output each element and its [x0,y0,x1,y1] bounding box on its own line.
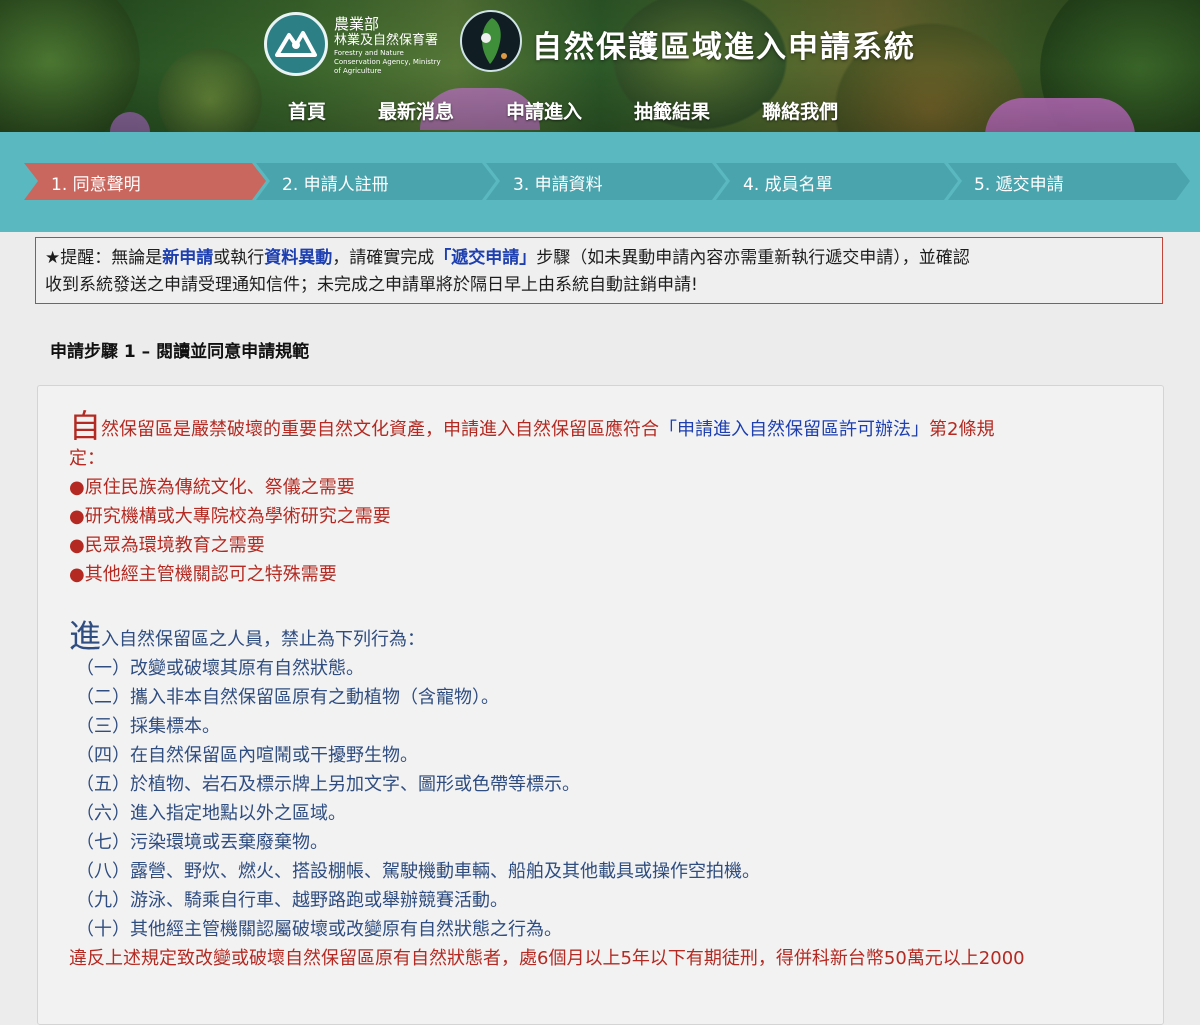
agency-name-en: Forestry and Nature Conservation Agency,… [334,49,441,75]
step-3-label: 3. 申請資料 [513,175,603,195]
requirement-item: ●原住民族為傳統文化、祭儀之需要 [69,477,355,498]
prohibition-item: （十）其他經主管機關認屬破壞或改變原有自然狀態之行為。 [76,919,562,940]
agency-name-line2: 林業及自然保育署 [334,33,439,48]
site-title: 自然保護區域進入申請系統 [532,30,916,65]
reminder-notice: ★提醒：無論是新申請或執行資料異動，請確實完成「遞交申請」步驟（如未異動申請內容… [35,237,1163,304]
prohibition-item: （二）攜入非本自然保留區原有之動植物（含寵物）。 [76,687,499,708]
prohibition-item: （七）污染環境或丟棄廢棄物。 [76,832,328,853]
agency-logo [264,12,328,76]
prohibitions-intro-text: 入自然保留區之人員，禁止為下列行為： [101,629,426,650]
requirement-item: ●其他經主管機關認可之特殊需要 [69,564,337,585]
terms-intro: 自然保留區是嚴禁破壞的重要自然文化資產，申請進入自然保留區應符合「申請進入自然保… [69,410,1139,444]
notice-text: ，請確實完成 [332,248,435,268]
terms-intro-text: 然保留區是嚴禁破壞的重要自然文化資產，申請進入自然保留區應符合 [101,419,660,440]
prohibitions-intro: 進入自然保留區之人員，禁止為下列行為： [69,620,1139,654]
step-2-label: 2. 申請人註冊 [282,175,389,195]
step-5-label: 5. 遞交申請 [974,175,1064,195]
drop-cap: 進 [69,617,102,655]
notice-new-application: 新申請 [162,248,214,268]
step-1-label: 1. 同意聲明 [51,175,141,195]
terms-intro-text-2: 第2條規 [929,419,995,440]
penalty-text: 違反上述規定致改變或破壞自然保留區原有自然狀態者，處6個月以上5年以下有期徒刑，… [69,948,1025,969]
prohibition-item: （八）露營、野炊、燃火、搭設棚帳、駕駛機動車輛、船舶及其他載具或操作空拍機。 [76,861,760,882]
prohibition-item: （九）游泳、騎乘自行車、越野路跑或舉辦競賽活動。 [76,890,508,911]
notice-line-1: ★提醒：無論是新申請或執行資料異動，請確實完成「遞交申請」步驟（如未異動申請內容… [45,245,1153,272]
drop-cap: 自 [69,407,102,445]
prohibition-item: （一）改變或破壞其原有自然狀態。 [76,658,364,679]
agency-name-line1: 農業部 [334,15,380,33]
regulation-link[interactable]: 「申請進入自然保留區許可辦法」 [659,419,929,440]
terms-content: 自然保留區是嚴禁破壞的重要自然文化資產，申請進入自然保留區應符合「申請進入自然保… [69,410,1139,973]
step-4-label: 4. 成員名單 [743,175,833,195]
site-header: 農業部 林業及自然保育署 Forestry and Nature Conserv… [0,0,1200,132]
nav-apply[interactable]: 申請進入 [506,97,582,124]
notice-text: 步驟（如未異動申請內容亦需重新執行遞交申請），並確認 [536,248,970,268]
notice-text: 或執行 [213,248,265,268]
nav-contact[interactable]: 聯絡我們 [762,97,838,124]
step-heading: 申請步驟 1 – 閱讀並同意申請規範 [50,342,310,362]
taiwan-map-logo [460,10,522,72]
notice-data-change: 資料異動 [264,248,333,268]
prohibition-item: （五）於植物、岩石及標示牌上另加文字、圖形或色帶等標示。 [76,774,580,795]
prohibition-item: （四）在自然保留區內喧鬧或干擾野生物。 [76,745,418,766]
terms-intro-line2: 定： [69,448,105,469]
agency-name: 農業部 林業及自然保育署 Forestry and Nature Conserv… [334,16,444,76]
nav-lottery-results[interactable]: 抽籤結果 [634,97,710,124]
main-nav: 首頁 最新消息 申請進入 抽籤結果 聯絡我們 [288,97,890,124]
requirement-item: ●研究機構或大專院校為學術研究之需要 [69,506,391,527]
prohibition-item: （六）進入指定地點以外之區域。 [76,803,346,824]
prohibition-item: （三）採集標本。 [76,716,220,737]
notice-submit-step: 「遞交申請」 [434,248,537,268]
notice-prefix: ★提醒：無論是 [45,248,163,268]
nav-home[interactable]: 首頁 [288,97,326,124]
nav-news[interactable]: 最新消息 [378,97,454,124]
requirement-item: ●民眾為環境教育之需要 [69,535,265,556]
notice-line-2: 收到系統發送之申請受理通知信件；未完成之申請單將於隔日早上由系統自動註銷申請! [45,275,698,295]
